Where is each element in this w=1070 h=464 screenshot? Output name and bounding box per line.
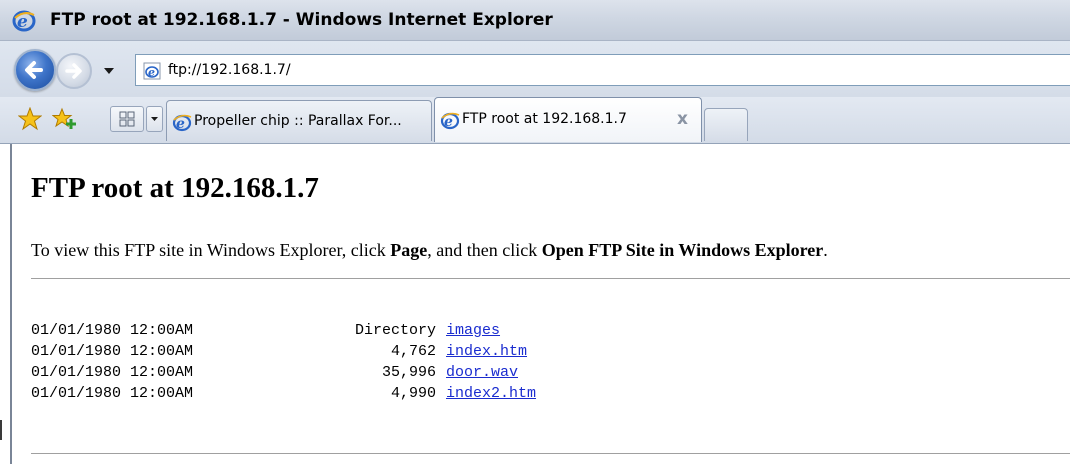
- file-size: 4,762: [390, 343, 436, 360]
- file-size: 4,990: [390, 385, 436, 402]
- ie-logo-icon: e: [12, 10, 36, 32]
- file-date: 01/01/1980 12:00AM: [31, 385, 194, 402]
- instruction-text: .: [823, 240, 828, 260]
- page-title: FTP root at 192.168.1.7: [31, 172, 319, 204]
- favorites-star-icon[interactable]: [18, 107, 42, 131]
- file-list: 01/01/1980 12:00AM Directory images 01/01/1…: [31, 320, 731, 404]
- tab-propeller-chip[interactable]: e Propeller chip :: Parallax For...: [166, 100, 432, 141]
- navigation-bar: e: [0, 41, 1070, 97]
- file-size: 35,996: [381, 364, 436, 381]
- ie-tab-icon: e: [172, 114, 192, 132]
- instructions-text: To view this FTP site in Windows Explore…: [31, 240, 828, 261]
- window-edge: [0, 420, 2, 440]
- file-link[interactable]: images: [446, 322, 500, 339]
- file-row: 01/01/1980 12:00AM 35,996 door.wav: [31, 362, 731, 383]
- file-date: 01/01/1980 12:00AM: [31, 364, 194, 381]
- ie-tab-icon: e: [440, 112, 460, 130]
- tab-list-button[interactable]: [146, 106, 163, 132]
- file-link[interactable]: index.htm: [446, 343, 527, 360]
- file-link[interactable]: index2.htm: [446, 385, 536, 402]
- svg-text:e: e: [148, 66, 155, 79]
- back-arrow-icon: [25, 61, 43, 79]
- new-tab-button[interactable]: [704, 108, 748, 141]
- address-bar[interactable]: e: [135, 54, 1070, 86]
- recent-pages-dropdown-icon[interactable]: [104, 67, 114, 75]
- tab-ftp-root[interactable]: e FTP root at 192.168.1.7 x: [434, 97, 702, 142]
- file-date: 01/01/1980 12:00AM: [31, 322, 194, 339]
- tab-label: Propeller chip :: Parallax For...: [194, 113, 402, 129]
- divider: [31, 278, 1070, 279]
- file-row: 01/01/1980 12:00AM 4,990 index2.htm: [31, 383, 731, 404]
- instruction-emphasis: Open FTP Site in Windows Explorer: [541, 240, 824, 260]
- file-link[interactable]: door.wav: [446, 364, 518, 381]
- file-row: 01/01/1980 12:00AM 4,762 index.htm: [31, 341, 731, 362]
- instruction-emphasis: Page: [390, 240, 428, 260]
- address-input[interactable]: [168, 58, 1048, 82]
- quick-tabs-grid-icon: [119, 111, 135, 127]
- file-size: Directory: [354, 322, 436, 339]
- forward-button[interactable]: [56, 53, 92, 89]
- tab-bar: e Propeller chip :: Parallax For... e FT…: [0, 97, 1070, 144]
- divider: [31, 453, 1070, 454]
- add-to-favorites-icon[interactable]: [52, 107, 78, 131]
- forward-arrow-icon: [65, 63, 82, 79]
- page-content: FTP root at 192.168.1.7 To view this FTP…: [10, 144, 1070, 464]
- chevron-down-icon: [151, 117, 158, 121]
- title-bar: e FTP root at 192.168.1.7 - Windows Inte…: [0, 0, 1070, 41]
- instruction-text: To view this FTP site in Windows Explore…: [31, 240, 391, 260]
- ie-page-icon: e: [143, 62, 161, 80]
- file-row: 01/01/1980 12:00AM Directory images: [31, 320, 731, 341]
- quick-tabs-button[interactable]: [110, 106, 144, 132]
- back-button[interactable]: [14, 49, 56, 91]
- file-date: 01/01/1980 12:00AM: [31, 343, 194, 360]
- window-title: FTP root at 192.168.1.7 - Windows Intern…: [50, 10, 553, 30]
- instruction-text: , and then click: [427, 240, 542, 260]
- close-tab-icon[interactable]: x: [677, 109, 688, 129]
- tab-label: FTP root at 192.168.1.7: [462, 111, 627, 127]
